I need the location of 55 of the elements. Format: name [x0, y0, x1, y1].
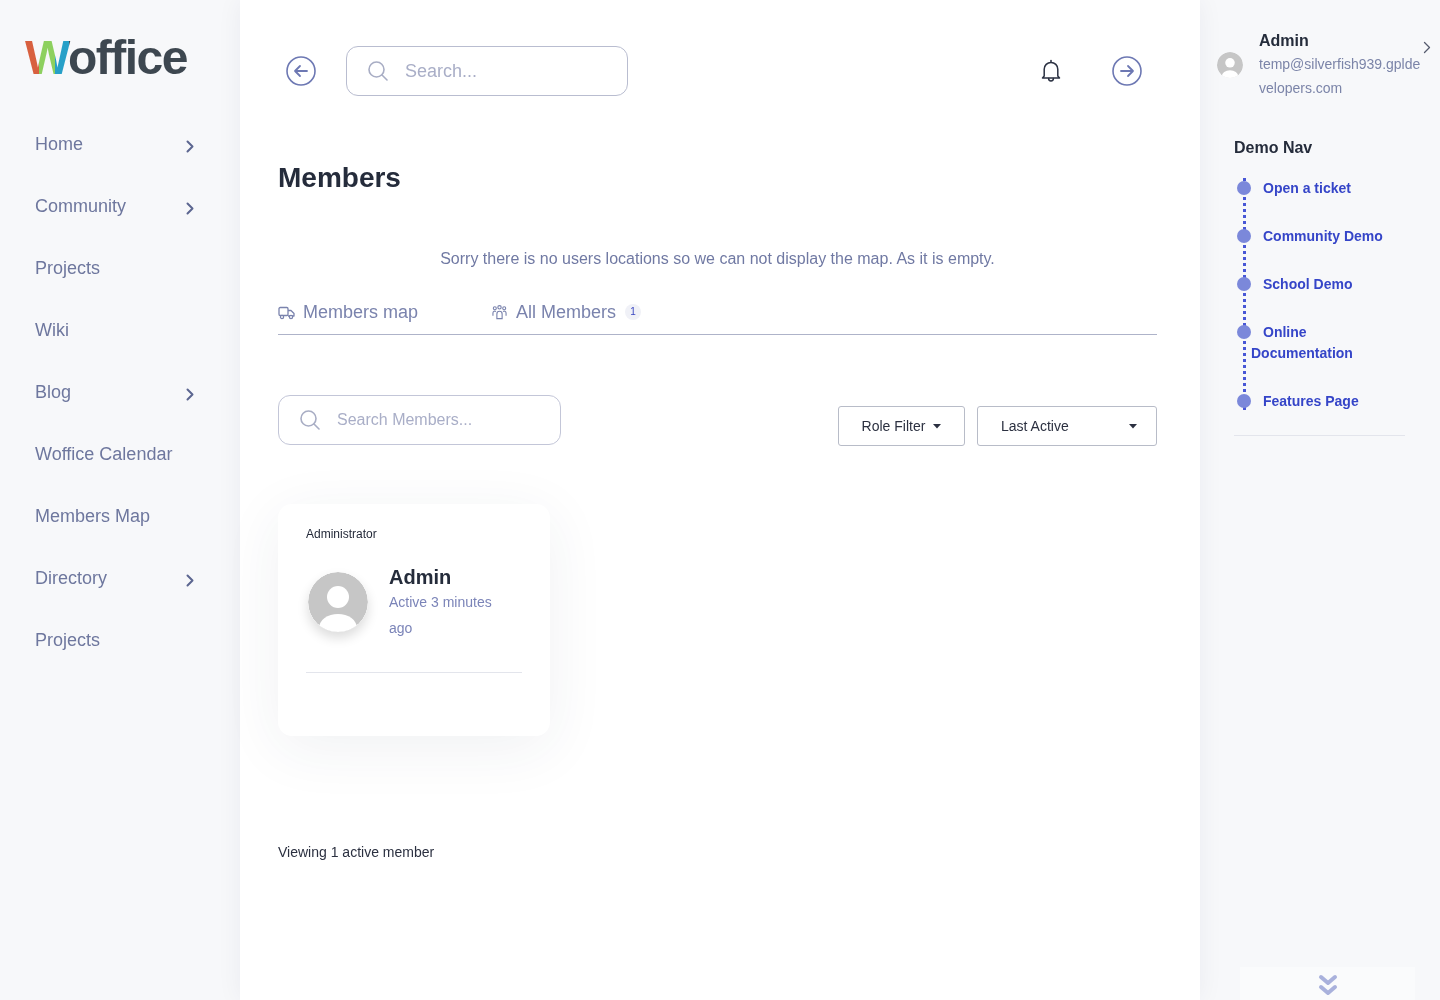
- notifications-button[interactable]: [1040, 59, 1062, 83]
- arrow-left-circle-icon: [286, 56, 316, 86]
- chevron-right-icon: [186, 139, 194, 153]
- tab[interactable]: All Members 1: [491, 300, 642, 324]
- back-button[interactable]: [286, 56, 316, 86]
- nav-link[interactable]: Home: [35, 133, 194, 155]
- timeline-dot-icon: [1237, 394, 1251, 408]
- avatar-icon: [308, 572, 368, 632]
- demo-nav-link[interactable]: Features Page: [1251, 390, 1401, 412]
- chevron-right-icon[interactable]: [1423, 41, 1431, 54]
- forward-button[interactable]: [1112, 56, 1142, 86]
- timeline-dot-icon: [1237, 325, 1251, 339]
- nav-link[interactable]: Projects: [35, 629, 101, 651]
- chevron-right-icon: [186, 573, 194, 587]
- double-chevron-down-icon: [1317, 973, 1338, 997]
- demo-nav-link[interactable]: Open a ticket: [1251, 177, 1401, 199]
- demo-nav-link[interactable]: Online Documentation: [1251, 321, 1401, 364]
- count-badge: 1: [625, 304, 642, 320]
- user-name: Admin: [1259, 31, 1309, 51]
- nav-link[interactable]: Community: [35, 195, 194, 217]
- nav-link[interactable]: Woffice Calendar: [35, 443, 173, 465]
- nav-link[interactable]: Blog: [35, 381, 194, 403]
- chevron-right-icon: [186, 201, 194, 215]
- member-name[interactable]: Admin: [389, 565, 452, 589]
- people-icon: [491, 304, 509, 320]
- nav-link[interactable]: Wiki: [35, 319, 69, 341]
- timeline-dot-icon: [1237, 229, 1251, 243]
- avatar-icon: [1217, 52, 1243, 78]
- demo-nav-title: Demo Nav: [1234, 138, 1314, 158]
- map-notice: Sorry there is no users locations so we can not display the map. As it is empty.: [439, 249, 996, 269]
- nav-link[interactable]: Members Map: [35, 505, 151, 527]
- page-title: Members: [278, 161, 402, 195]
- timeline-dot-icon: [1237, 277, 1251, 291]
- search-icon: [368, 61, 388, 81]
- demo-nav-link[interactable]: School Demo: [1251, 273, 1401, 295]
- member-search-field[interactable]: Search Members...: [278, 395, 561, 445]
- arrow-right-circle-icon: [1112, 56, 1142, 86]
- nav-link[interactable]: Directory: [35, 567, 194, 589]
- member-count: Viewing 1 active member: [278, 843, 436, 862]
- truck-icon: [278, 304, 295, 320]
- search-field[interactable]: Search...: [346, 46, 628, 96]
- sort-dropdown[interactable]: Last Active: [977, 406, 1157, 446]
- caret-icon: [1129, 423, 1137, 429]
- bell-icon: [1040, 59, 1062, 83]
- member-role: Administrator: [306, 526, 378, 542]
- search-icon: [300, 410, 320, 430]
- timeline-dot-icon: [1237, 181, 1251, 195]
- tab[interactable]: Members map: [278, 300, 419, 324]
- user-email: temp@silverfish939.gpldevelopers.com: [1259, 55, 1421, 98]
- nav-link[interactable]: Projects: [35, 257, 101, 279]
- demo-nav-link[interactable]: Community Demo: [1251, 225, 1401, 247]
- caret-icon: [933, 423, 942, 429]
- member-activity: Active 3 minutes ago: [389, 593, 493, 638]
- chevron-right-icon: [186, 387, 194, 401]
- role-filter-button[interactable]: Role Filter: [838, 406, 965, 446]
